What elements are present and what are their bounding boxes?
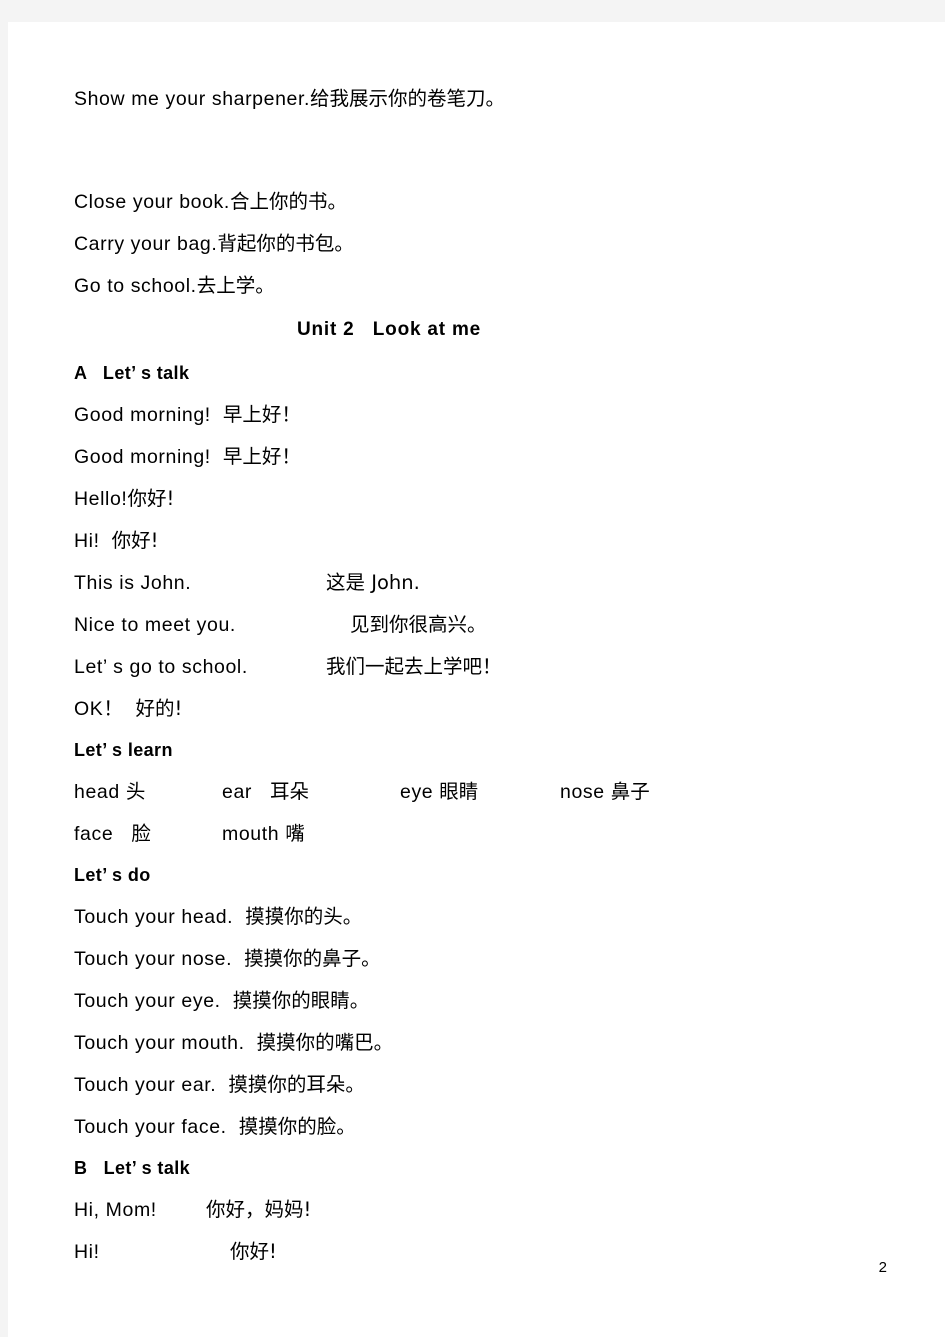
section-a-label: A Let’ s talk (74, 363, 190, 383)
lets-learn-label: Let’ s learn (74, 740, 173, 760)
command-line-en: Touch your mouth. (74, 1032, 257, 1054)
command-line: Touch your face. 摸摸你的脸。 (74, 1106, 874, 1148)
dialogue-line: Hi! 你好! (74, 520, 874, 562)
carryover-line-close-book-en: Close your book. (74, 191, 230, 213)
carryover-line-go-to-school: Go to school.去上学。 (74, 265, 874, 307)
lets-learn-rows: head 头 ear 耳朵 eye 眼睛 nose 鼻子 face 脸 mouth 嘴 (74, 771, 874, 855)
document-page: Show me your sharpener.给我展示你的卷笔刀。 Close … (8, 22, 945, 1337)
command-line-en: Touch your head. (74, 906, 246, 928)
dialogue-row: Let’ s go to school. 我们一起去上学吧！ (74, 646, 874, 688)
page-content: Show me your sharpener.给我展示你的卷笔刀。 Close … (74, 78, 874, 1273)
command-line: Touch your head. 摸摸你的头。 (74, 896, 874, 938)
vocabulary-gloss: 耳朵 (270, 780, 310, 803)
lets-do-lines: Touch your head. 摸摸你的头。 Touch your nose. … (74, 896, 874, 1148)
vocabulary-item: face 脸 (74, 813, 222, 855)
dialogue-row-en: Hi! (74, 1241, 100, 1263)
command-line-cn: 摸摸你的耳朵。 (228, 1073, 365, 1096)
command-line-en: Touch your ear. (74, 1074, 229, 1096)
vocabulary-item: mouth 嘴 (222, 813, 305, 855)
command-line: Touch your ear. 摸摸你的耳朵。 (74, 1064, 874, 1106)
dialogue-line: Hello!你好! (74, 478, 874, 520)
section-b-label: B Let’ s talk (74, 1158, 191, 1178)
unit-heading: Unit 2 Look at me (296, 319, 482, 340)
carryover-line-carry-bag-cn: 背起你的书包。 (217, 232, 354, 255)
dialogue-row-cn: 见到你很高兴。 (350, 613, 487, 636)
command-line-cn: 摸摸你的头。 (245, 905, 363, 928)
carryover-line-close-book-cn: 合上你的书。 (229, 190, 347, 213)
vocabulary-gloss: 脸 (131, 822, 151, 845)
dialogue-row: This is John. 这是 John. (74, 562, 874, 604)
dialogue-row: Hi! 你好! (74, 1231, 874, 1273)
dialogue-row-en: Hi, Mom! (74, 1199, 157, 1221)
vocabulary-item: nose 鼻子 (560, 771, 650, 813)
dialogue-line-en: Hi! (74, 530, 112, 552)
dialogue-line: Good morning! 早上好！ (74, 394, 874, 436)
command-line-cn: 摸摸你的脸。 (238, 1115, 356, 1138)
command-line-cn: 摸摸你的嘴巴。 (256, 1031, 394, 1054)
vocabulary-word: eye (400, 781, 440, 803)
carryover-line-sharpener: Show me your sharpener.给我展示你的卷笔刀。 (74, 78, 874, 120)
vocabulary-word: nose (560, 781, 611, 803)
dialogue-line-en: Good morning! (74, 446, 223, 468)
vocabulary-gloss: 眼睛 (439, 780, 479, 803)
vocabulary-gloss: 鼻子 (610, 780, 650, 803)
dialogue-row-cn: 这是 John. (326, 571, 420, 594)
vocabulary-gloss: 嘴 (285, 822, 305, 845)
vocabulary-word: head (74, 781, 126, 803)
carryover-line-go-to-school-en: Go to school. (74, 275, 197, 297)
carryover-line-sharpener-en: Show me your sharpener. (74, 88, 311, 110)
carryover-line-go-to-school-cn: 去上学。 (196, 274, 275, 297)
dialogue-line-en: Hello! (74, 488, 128, 510)
command-line-en: Touch your face. (74, 1116, 239, 1138)
vocabulary-row: face 脸 mouth 嘴 (74, 813, 874, 855)
section-b-lines: Hi, Mom! 你好，妈妈! Hi! 你好! (74, 1189, 874, 1273)
page-number: 2 (878, 1259, 887, 1276)
command-line: Touch your eye. 摸摸你的眼睛。 (74, 980, 874, 1022)
dialogue-row-en: This is John. (74, 572, 192, 594)
dialogue-line-cn: 早上好！ (222, 403, 301, 426)
dialogue-line-en: OK！ (74, 698, 136, 720)
vocabulary-item: eye 眼睛 (400, 771, 560, 813)
vocabulary-item: ear 耳朵 (222, 771, 400, 813)
command-line-en: Touch your nose. (74, 948, 245, 970)
command-line: Touch your mouth. 摸摸你的嘴巴。 (74, 1022, 874, 1064)
dialogue-line: OK！ 好的! (74, 688, 874, 730)
dialogue-line: Good morning! 早上好！ (74, 436, 874, 478)
dialogue-line-en: Good morning! (74, 404, 223, 426)
carryover-line-sharpener-cn: 给我展示你的卷笔刀。 (310, 87, 506, 110)
carryover-line-carry-bag: Carry your bag.背起你的书包。 (74, 223, 874, 265)
carryover-line-carry-bag-en: Carry your bag. (74, 233, 218, 255)
carryover-line-close-book: Close your book.合上你的书。 (74, 181, 874, 223)
dialogue-row-cn: 我们一起去上学吧！ (326, 655, 502, 678)
command-line: Touch your nose. 摸摸你的鼻子。 (74, 938, 874, 980)
vocabulary-item: head 头 (74, 771, 222, 813)
dialogue-row: Nice to meet you. 见到你很高兴。 (74, 604, 874, 646)
command-line-cn: 摸摸你的鼻子。 (244, 947, 381, 970)
command-line-en: Touch your eye. (74, 990, 233, 1012)
lets-do-label: Let’ s do (74, 865, 151, 885)
dialogue-row: Hi, Mom! 你好，妈妈! (74, 1189, 874, 1231)
dialogue-line-cn: 你好! (127, 487, 175, 510)
vocabulary-word: ear (222, 781, 271, 803)
vocabulary-gloss: 头 (125, 780, 146, 803)
vocabulary-word: face (74, 823, 132, 845)
dialogue-line-cn: 你好! (111, 529, 159, 552)
vocabulary-word: mouth (222, 823, 286, 845)
dialogue-line-cn: 好的! (135, 697, 183, 720)
dialogue-row-cn: 你好，妈妈! (206, 1198, 312, 1221)
vocabulary-row: head 头 ear 耳朵 eye 眼睛 nose 鼻子 (74, 771, 874, 813)
command-line-cn: 摸摸你的眼睛。 (232, 989, 370, 1012)
dialogue-line-cn: 早上好！ (222, 445, 301, 468)
section-a-lines: Good morning! 早上好！ Good morning! 早上好！ Hell… (74, 394, 874, 730)
dialogue-row-en: Nice to meet you. (74, 614, 236, 636)
dialogue-row-cn: 你好! (230, 1240, 277, 1263)
dialogue-row-en: Let’ s go to school. (74, 656, 248, 678)
